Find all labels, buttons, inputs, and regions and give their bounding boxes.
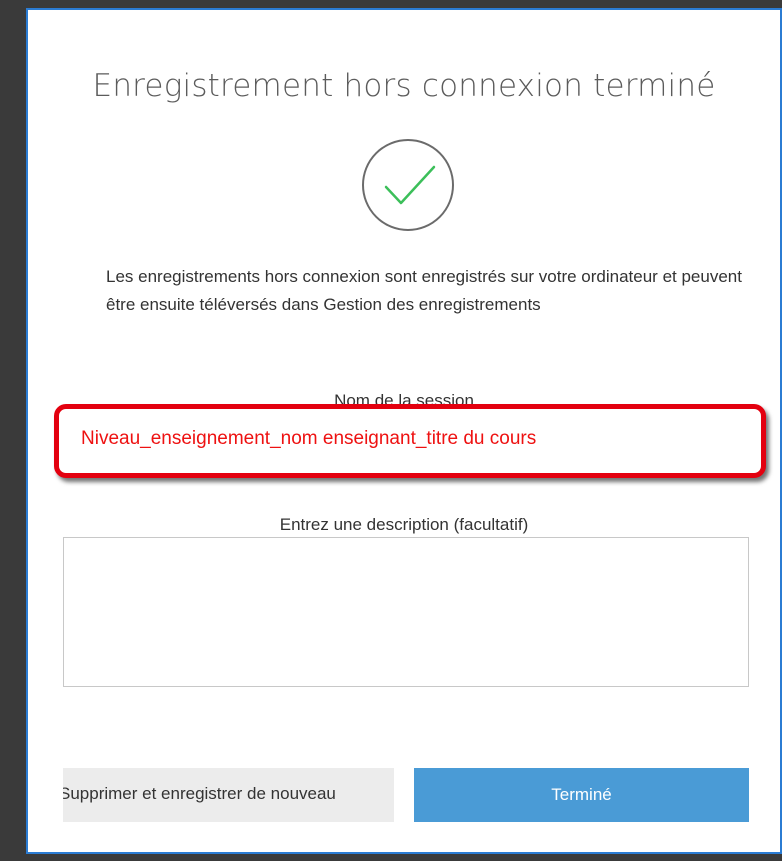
- info-message: Les enregistrements hors connexion sont …: [106, 267, 742, 314]
- dialog-title: Enregistrement hors connexion terminé: [92, 68, 716, 104]
- done-button[interactable]: Terminé: [414, 768, 749, 822]
- description-label: Entrez une description (facultatif): [279, 515, 529, 534]
- delete-and-rerecord-label: Supprimer et enregistrer de nouveau: [63, 784, 336, 803]
- offline-recording-dialog: Enregistrement hors connexion terminé Le…: [26, 8, 782, 854]
- description-input[interactable]: [63, 537, 749, 687]
- delete-and-rerecord-button[interactable]: Supprimer et enregistrer de nouveau: [63, 768, 394, 822]
- checkmark-icon: [384, 165, 436, 205]
- session-name-highlight: Niveau_enseignement_nom enseignant_titre…: [54, 404, 766, 478]
- checkmark-circle-icon: [362, 139, 454, 231]
- session-name-value[interactable]: Niveau_enseignement_nom enseignant_titre…: [81, 428, 536, 450]
- session-name-label: Nom de la session: [334, 391, 474, 405]
- screen-background: Enregistrement hors connexion terminé Le…: [0, 0, 782, 861]
